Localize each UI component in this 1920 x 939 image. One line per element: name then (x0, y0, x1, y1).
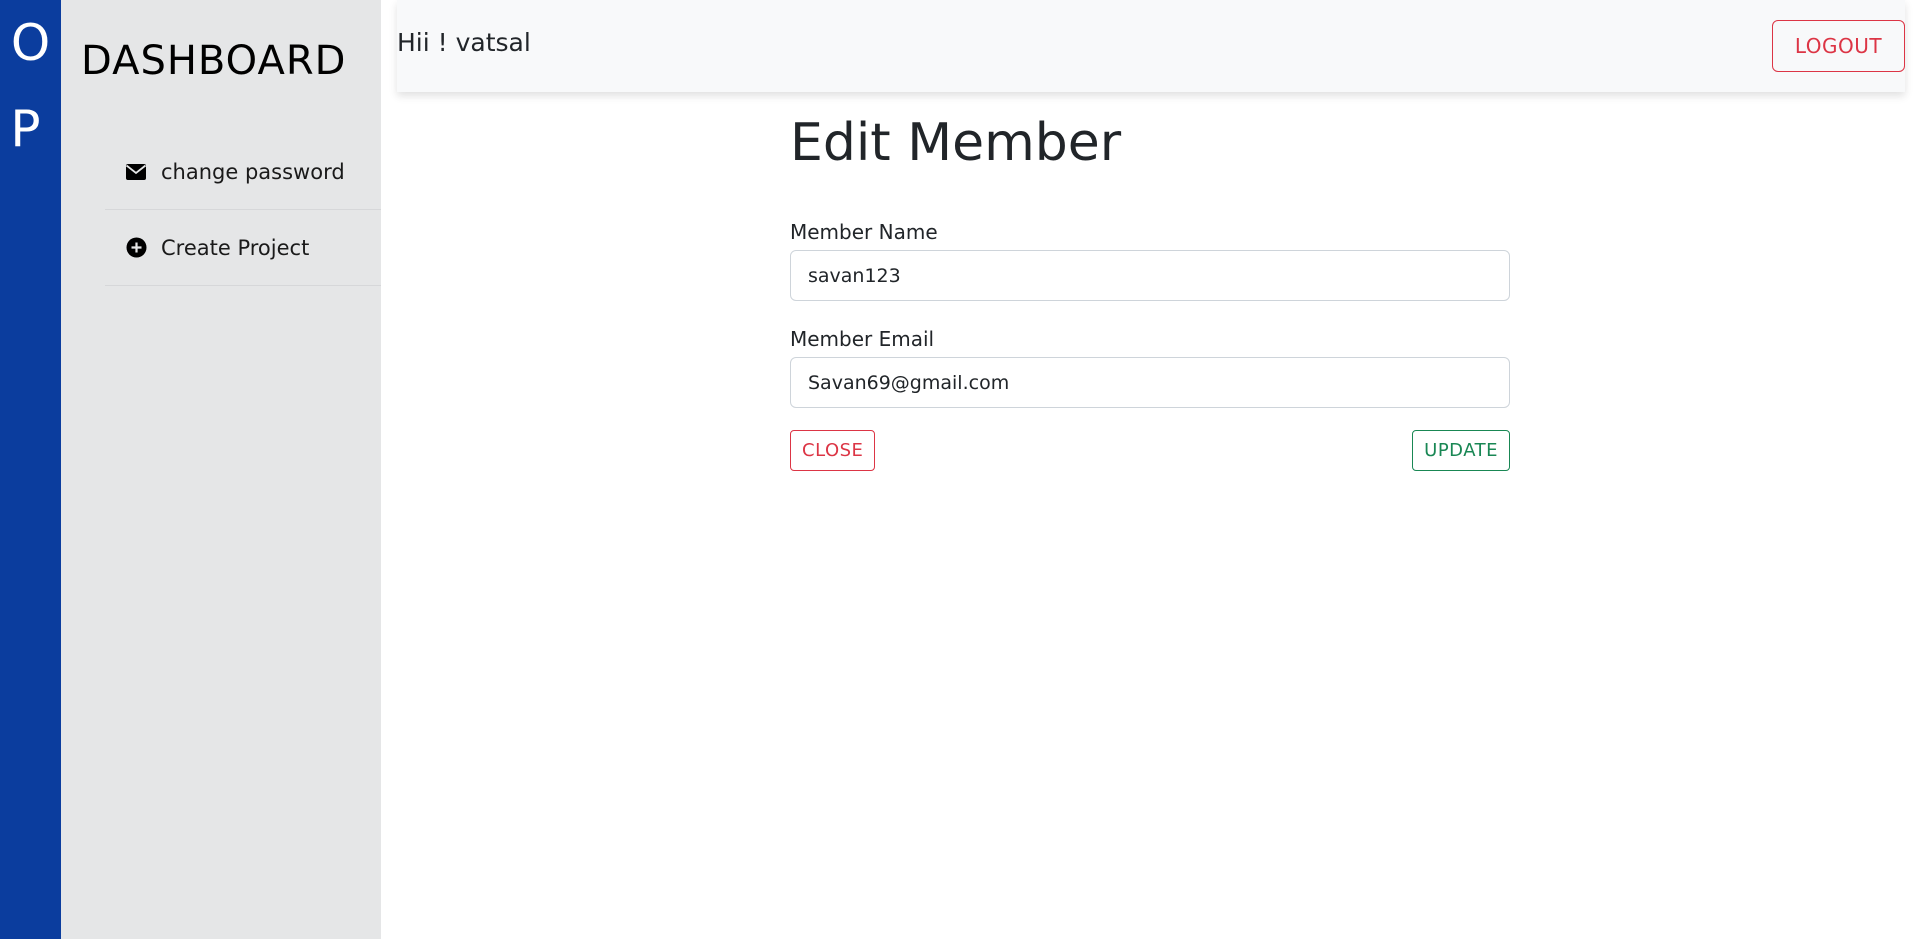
brand-letter-p: P (10, 100, 41, 158)
page-title: Edit Member (790, 113, 1122, 173)
member-email-label: Member Email (790, 327, 935, 351)
brand-letter-o: O (10, 14, 51, 72)
member-name-input[interactable] (790, 250, 1510, 301)
member-name-group: Member Name (790, 220, 1510, 301)
sidebar-item-label: Create Project (161, 235, 310, 260)
member-email-input[interactable] (790, 357, 1510, 408)
member-email-group: Member Email (790, 327, 1510, 408)
user-greeting: Hii ! vatsal (397, 28, 531, 57)
sidebar-item-change-password[interactable]: change password (105, 134, 381, 210)
sidebar-item-create-project[interactable]: Create Project (105, 210, 381, 286)
edit-member-form: Edit Member Member Name Member Email CLO… (790, 106, 1510, 471)
member-name-label: Member Name (790, 220, 938, 244)
sidebar-menu: change password Create Project (105, 134, 381, 286)
plus-circle-icon (125, 237, 147, 259)
top-bar: Hii ! vatsal LOGOUT (397, 0, 1905, 92)
brand-rail: O P (0, 0, 61, 939)
sidebar: DASHBOARD change password Create Project (61, 0, 381, 939)
close-button[interactable]: CLOSE (790, 430, 876, 471)
sidebar-item-label: change password (161, 159, 345, 184)
update-button[interactable]: UPDATE (1412, 430, 1510, 471)
sidebar-title: DASHBOARD (81, 38, 347, 84)
form-actions: CLOSE UPDATE (790, 430, 1510, 471)
logout-button[interactable]: LOGOUT (1772, 20, 1905, 72)
envelope-icon (125, 161, 147, 183)
